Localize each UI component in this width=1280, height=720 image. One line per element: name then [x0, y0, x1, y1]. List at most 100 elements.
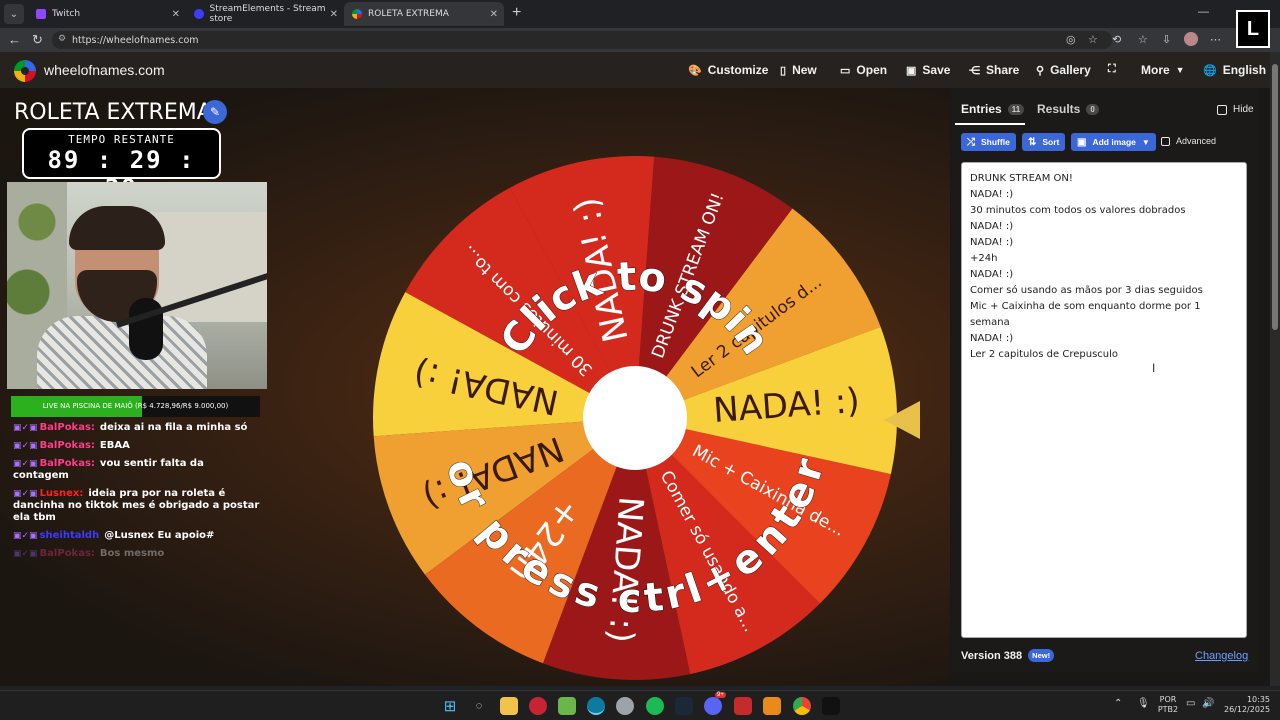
reload-icon[interactable]: ↻ [32, 32, 43, 48]
wheel-center-hub[interactable] [583, 366, 687, 470]
tab-streamelements[interactable]: StreamElements - Stream store ✕ [186, 2, 344, 26]
chat-badges-icon: ▣✓▣ [13, 549, 38, 559]
back-icon[interactable]: ← [8, 32, 21, 47]
entries-panel: Entries 11 Results 0 Hide ⤮ Shuffle ⇅ Sort… [951, 88, 1259, 672]
share-button[interactable]: ⋲ Share [969, 63, 1019, 77]
edge-icon[interactable] [587, 697, 605, 715]
wheel-title: ROLETA EXTREMA [14, 100, 212, 125]
open-button[interactable]: ▭ Open [840, 63, 887, 77]
app-gray-icon[interactable] [616, 697, 634, 715]
sort-button[interactable]: ⇅ Sort [1022, 133, 1066, 151]
goal-progress-bar: LIVE NA PISCINA DE MAIÔ (R$ 4.728,96/R$ … [11, 396, 260, 417]
entry-line: NADA! :) [970, 221, 1014, 232]
chat-badges-icon: ▣✓▣ [13, 441, 38, 451]
keyboard-layout[interactable]: POR PTB2 [1156, 695, 1180, 715]
new-button[interactable]: ▯ New [780, 63, 817, 77]
save-button[interactable]: ▣ Save [906, 63, 950, 77]
app-orange-icon[interactable] [763, 697, 781, 715]
new-tab-icon[interactable]: + [512, 4, 521, 22]
site-name[interactable]: wheelofnames.com [44, 62, 165, 78]
chat-badges-icon: ▣✓▣ [13, 489, 38, 499]
windows-start-icon[interactable]: ⊞ [441, 697, 459, 715]
downloads-icon[interactable]: ⇩ [1162, 33, 1171, 46]
close-tab-icon[interactable]: ✕ [172, 9, 180, 20]
shuffle-label: Shuffle [981, 137, 1010, 147]
palette-icon: 🎨 [688, 64, 702, 77]
wheel-logo-icon[interactable] [14, 60, 36, 82]
shuffle-button[interactable]: ⤮ Shuffle [961, 133, 1016, 151]
page-scrollbar[interactable] [1270, 52, 1280, 686]
tab-title: StreamElements - Stream store [209, 4, 326, 24]
close-tab-icon[interactable]: ✕ [490, 9, 498, 20]
volume-icon[interactable]: 🔊 [1202, 699, 1214, 709]
favorites-bar-icon[interactable]: ☆ [1138, 33, 1148, 46]
tab-results[interactable]: Results 0 [1037, 102, 1099, 116]
fullscreen-button[interactable]: ⛶ [1108, 63, 1122, 76]
tab-entries[interactable]: Entries 11 [961, 102, 1025, 116]
version-label: Version 388 [961, 649, 1023, 662]
channel-watermark-logo: L [1236, 10, 1270, 48]
more-menu-button[interactable]: More ▼ [1141, 63, 1185, 77]
results-count-badge: 0 [1086, 103, 1099, 115]
favorite-icon[interactable]: ☆ [1088, 33, 1098, 46]
address-bar[interactable]: ⚙ https://wheelofnames.com [52, 31, 1112, 49]
app-red-icon[interactable] [529, 697, 547, 715]
file-explorer-icon[interactable] [500, 697, 518, 715]
fullscreen-icon: ⛶ [1108, 63, 1116, 75]
open-label: Open [856, 63, 888, 77]
entry-line: NADA! :) [970, 269, 1014, 280]
gallery-button[interactable]: ⚲ Gallery [1036, 63, 1091, 77]
twitch-icon [36, 9, 46, 19]
advanced-checkbox[interactable]: Advanced [1161, 136, 1216, 146]
microphone-icon[interactable]: 🎙 [1137, 699, 1150, 709]
address-toolbar: ← ↻ ⚙ https://wheelofnames.com ◎ ☆ ⟲ ☆ ⇩… [0, 28, 1280, 52]
tab-roleta-extrema[interactable]: ROLETA EXTREMA ✕ [344, 2, 504, 26]
scrollbar-thumb[interactable] [1272, 64, 1278, 330]
discord-icon[interactable]: 9+ [704, 692, 726, 715]
wheel-pointer [884, 401, 920, 439]
share-icon: ⋲ [969, 64, 980, 77]
search-icon: ⚲ [1036, 64, 1045, 77]
network-icon[interactable]: ▭ [1186, 699, 1195, 709]
streamelements-icon [194, 9, 204, 19]
extensions-icon[interactable]: ⟲ [1112, 33, 1121, 46]
language-label: English [1222, 63, 1267, 77]
spotify-icon[interactable] [646, 697, 664, 715]
customize-button[interactable]: 🎨 Customize [688, 63, 768, 77]
hide-checkbox[interactable]: Hide [1217, 104, 1254, 115]
chrome-icon[interactable] [793, 697, 811, 715]
tab-twitch[interactable]: Twitch ✕ [28, 2, 186, 26]
checkbox-icon [1161, 136, 1170, 146]
chat-username: BalPokas: [39, 548, 95, 559]
add-image-button[interactable]: ▣ Add image ▼ [1071, 133, 1156, 151]
tab-entries-label: Entries [961, 102, 1002, 116]
chat-message: ▣✓▣ Lusnex: ideia pra por na roleta é danc… [13, 488, 263, 524]
app-green-icon[interactable] [558, 697, 576, 715]
edit-title-button[interactable]: ✎ [203, 100, 227, 124]
changelog-link[interactable]: Changelog [1195, 650, 1248, 662]
reader-icon[interactable]: ◎ [1066, 33, 1076, 46]
tray-chevron-icon[interactable]: ⌃ [1114, 699, 1122, 709]
search-icon[interactable]: ◌ [470, 697, 488, 715]
clock[interactable]: 10:35 26/12/2025 [1224, 695, 1270, 715]
entry-line: +24h [970, 253, 998, 264]
entry-line: NADA! :) [970, 189, 1014, 200]
wheel[interactable]: Ler 2 capitulos d...DRUNK STREAM ON!NADA… [372, 155, 898, 681]
profile-avatar[interactable] [1184, 32, 1198, 46]
app-dark-icon[interactable] [822, 697, 840, 715]
shuffle-icon: ⤮ [967, 136, 975, 148]
minimize-icon[interactable]: — [1198, 6, 1209, 18]
steam-icon[interactable] [675, 697, 693, 715]
site-info-icon[interactable]: ⚙ [58, 34, 66, 44]
more-options-icon[interactable]: ⋯ [1210, 33, 1221, 46]
language-button[interactable]: 🌐 English [1203, 63, 1266, 77]
image-icon: ▣ [1077, 136, 1087, 148]
caret-down-icon: ▼ [1141, 137, 1150, 147]
tab-search-icon[interactable]: ⌄ [4, 4, 24, 24]
app-news-icon[interactable] [734, 697, 752, 715]
entries-textarea[interactable]: I DRUNK STREAM ON! NADA! :) 30 minutos com… [961, 162, 1247, 638]
close-tab-icon[interactable]: ✕ [330, 9, 338, 20]
notification-badge: 9+ [715, 692, 726, 698]
tab-strip: ⌄ Twitch ✕ StreamElements - Stream store… [0, 0, 1280, 28]
text-cursor-icon: I [1152, 361, 1156, 375]
